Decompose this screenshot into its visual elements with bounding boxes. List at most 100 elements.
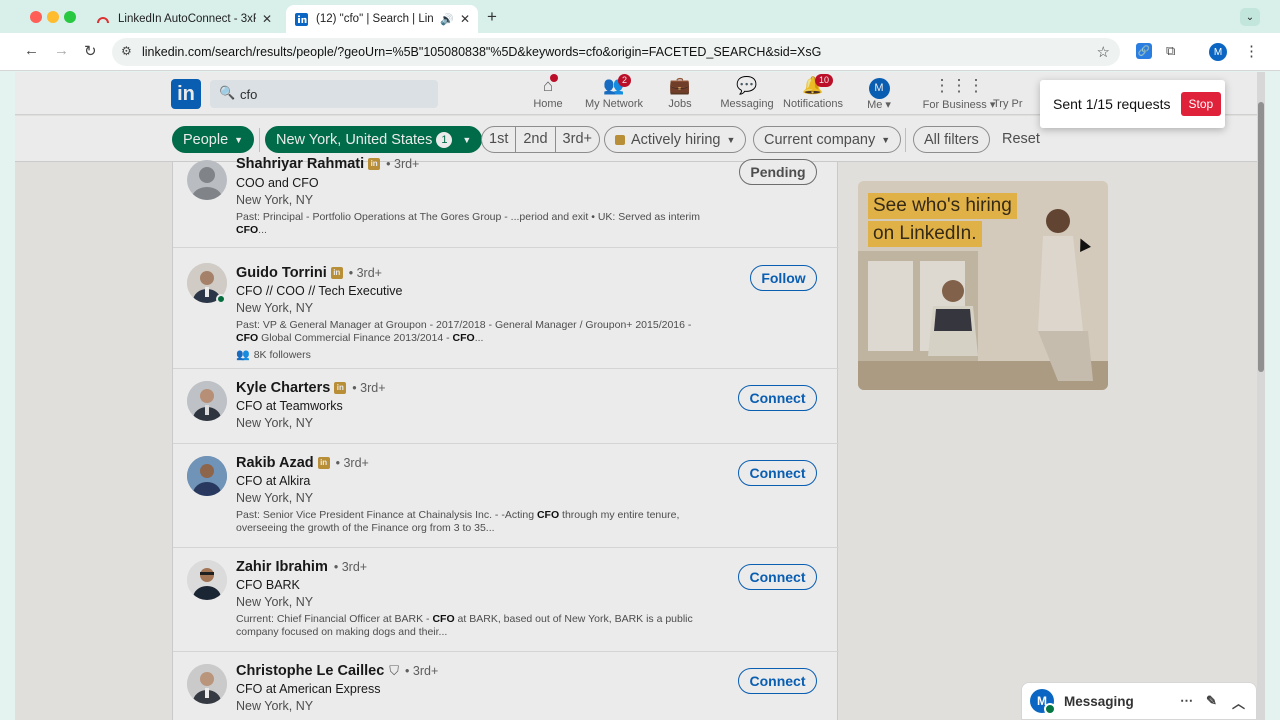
maximize-window-button[interactable] xyxy=(64,11,76,23)
profile-name-link[interactable]: Guido Torrini xyxy=(236,265,327,281)
current-company-filter-pill[interactable]: Current company ▼ xyxy=(753,126,902,153)
list-item: Guido Torrini in • 3rd+ CFO // COO // Te… xyxy=(173,248,839,369)
tab-close-icon[interactable]: ✕ xyxy=(262,12,272,26)
avatar[interactable] xyxy=(187,381,227,421)
close-window-button[interactable] xyxy=(30,11,42,23)
browser-profile-avatar[interactable]: M xyxy=(1209,43,1227,61)
url-field[interactable]: ⚙ linkedin.com/search/results/people/?ge… xyxy=(112,38,1120,66)
connect-button[interactable]: Connect xyxy=(738,460,817,486)
filter-count-badge: 1 xyxy=(436,131,453,148)
profile-headline: CFO BARK xyxy=(236,578,300,592)
minimize-window-button[interactable] xyxy=(47,11,59,23)
browser-menu-icon[interactable]: ⋮ xyxy=(1244,42,1259,60)
speaker-icon[interactable]: 🔊 xyxy=(440,13,454,26)
list-item: Christophe Le Caillec ⛉ • 3rd+ CFO at Am… xyxy=(173,652,839,720)
degree-3rd-button[interactable]: 3rd+ xyxy=(556,127,599,152)
profile-headline: COO and CFO xyxy=(236,176,319,190)
followers-icon: 👥 xyxy=(236,349,250,361)
degree-2nd-button[interactable]: 2nd xyxy=(516,127,556,152)
profile-headline: CFO // COO // Tech Executive xyxy=(236,284,403,298)
tab-linkedin-search[interactable]: (12) "cfo" | Search | Linked 🔊 ✕ xyxy=(286,5,478,33)
reset-button[interactable]: Reset xyxy=(1002,131,1040,147)
connect-button[interactable]: Connect xyxy=(738,385,817,411)
avatar: M xyxy=(868,78,890,99)
autoconnect-favicon-icon xyxy=(96,12,110,26)
pending-button[interactable]: Pending xyxy=(739,159,817,185)
list-item: Kyle Charters in • 3rd+ CFO at Teamworks… xyxy=(173,369,839,444)
avatar: M xyxy=(1030,689,1056,715)
connection-degree: • 3rd+ xyxy=(352,381,386,395)
profile-name-link[interactable]: Rakib Azad xyxy=(236,455,314,471)
linkedin-favicon-icon xyxy=(294,12,308,26)
connection-degree: • 3rd+ xyxy=(335,456,369,470)
profile-snippet: Current: Chief Financial Officer at BARK… xyxy=(236,613,693,638)
degree-1st-button[interactable]: 1st xyxy=(482,127,517,152)
search-value: cfo xyxy=(240,86,258,102)
connect-button[interactable]: Connect xyxy=(738,668,817,694)
extensions-puzzle-icon[interactable]: ⧉ xyxy=(1166,43,1175,59)
avatar[interactable] xyxy=(187,456,227,496)
nav-for-business[interactable]: ⋮⋮⋮ For Business ▾ xyxy=(919,76,999,111)
all-filters-button[interactable]: All filters xyxy=(913,126,990,153)
autoconnect-status-popup: Sent 1/15 requests Stop xyxy=(1040,80,1225,128)
avatar[interactable] xyxy=(187,560,227,600)
actively-hiring-filter-pill[interactable]: Actively hiring ▼ xyxy=(604,126,747,153)
messaging-dock[interactable]: M Messaging ⋯ ✎ ︿ xyxy=(1021,682,1257,720)
link-extension-icon[interactable]: 🔗 xyxy=(1136,43,1152,59)
hiring-ad-banner[interactable]: See who's hiring on LinkedIn. xyxy=(858,181,1108,390)
profile-headline: CFO at Teamworks xyxy=(236,399,343,413)
scrollbar-thumb[interactable] xyxy=(1258,102,1264,372)
connect-button[interactable]: Connect xyxy=(738,564,817,590)
profile-location: New York, NY xyxy=(236,301,314,315)
avatar[interactable] xyxy=(187,160,227,200)
new-tab-button[interactable]: + xyxy=(487,7,497,27)
connection-degree-filter: 1st 2nd 3rd+ xyxy=(481,126,600,153)
profile-name-link[interactable]: Christophe Le Caillec xyxy=(236,663,384,679)
requests-sent-status: Sent 1/15 requests xyxy=(1053,96,1171,112)
profile-name-link[interactable]: Zahir Ibrahim xyxy=(236,559,328,575)
address-bar-row: ← → ↻ ⚙ linkedin.com/search/results/peop… xyxy=(0,33,1280,71)
search-icon: 🔍 xyxy=(219,85,236,100)
profile-location: New York, NY xyxy=(236,416,314,430)
list-item: Shahriyar Rahmati in • 3rd+ COO and CFO … xyxy=(173,150,839,248)
profile-name-link[interactable]: Shahriyar Rahmati xyxy=(236,156,364,172)
nav-me[interactable]: M Me ▾ xyxy=(839,76,919,111)
tab-autoconnect[interactable]: LinkedIn AutoConnect - 3xFa ✕ xyxy=(88,5,280,33)
profile-name-link[interactable]: Kyle Charters xyxy=(236,380,330,396)
ad-headline-line1: See who's hiring xyxy=(868,193,1017,219)
page-scrollbar[interactable] xyxy=(1257,72,1265,720)
back-arrow-icon[interactable]: ← xyxy=(24,42,39,59)
search-results-list: Shahriyar Rahmati in • 3rd+ COO and CFO … xyxy=(172,156,839,720)
compose-icon[interactable]: ✎ xyxy=(1206,693,1217,709)
caret-down-icon: ▼ xyxy=(726,134,736,145)
premium-icon xyxy=(993,76,1043,98)
forward-arrow-icon[interactable]: → xyxy=(54,42,69,59)
tab-close-icon[interactable]: ✕ xyxy=(460,12,470,26)
people-filter-pill[interactable]: People ▼ xyxy=(172,126,255,153)
more-options-icon[interactable]: ⋯ xyxy=(1180,693,1193,709)
bookmark-star-icon[interactable]: ☆ xyxy=(1097,43,1110,61)
connection-degree: • 3rd+ xyxy=(405,664,439,678)
nav-try-premium[interactable]: Try Pr xyxy=(993,76,1043,110)
profile-location: New York, NY xyxy=(236,699,314,713)
search-input[interactable]: 🔍 cfo xyxy=(210,80,438,108)
follow-button[interactable]: Follow xyxy=(750,265,817,291)
stop-button[interactable]: Stop xyxy=(1180,92,1222,116)
location-filter-pill[interactable]: New York, United States 1 ▼ xyxy=(265,126,483,153)
connection-degree: • 3rd+ xyxy=(333,560,368,574)
profile-location: New York, NY xyxy=(236,595,314,609)
caret-down-icon: ▼ xyxy=(462,134,472,145)
tab-search-chevron-icon[interactable]: ⌄ xyxy=(1240,8,1260,26)
caret-down-icon: ▼ xyxy=(881,134,891,145)
site-settings-icon[interactable]: ⚙ xyxy=(121,44,132,58)
premium-badge-icon: in xyxy=(368,158,381,170)
tab-title: LinkedIn AutoConnect - 3xFa xyxy=(118,13,256,25)
chevron-up-icon[interactable]: ︿ xyxy=(1232,693,1245,712)
filter-divider xyxy=(905,128,906,152)
avatar[interactable] xyxy=(187,664,227,704)
connection-degree: • 3rd+ xyxy=(386,157,420,171)
premium-badge-icon: in xyxy=(330,267,343,279)
linkedin-logo[interactable]: in xyxy=(171,79,201,109)
profile-headline: CFO at American Express xyxy=(236,682,381,696)
reload-icon[interactable]: ↻ xyxy=(84,42,97,60)
